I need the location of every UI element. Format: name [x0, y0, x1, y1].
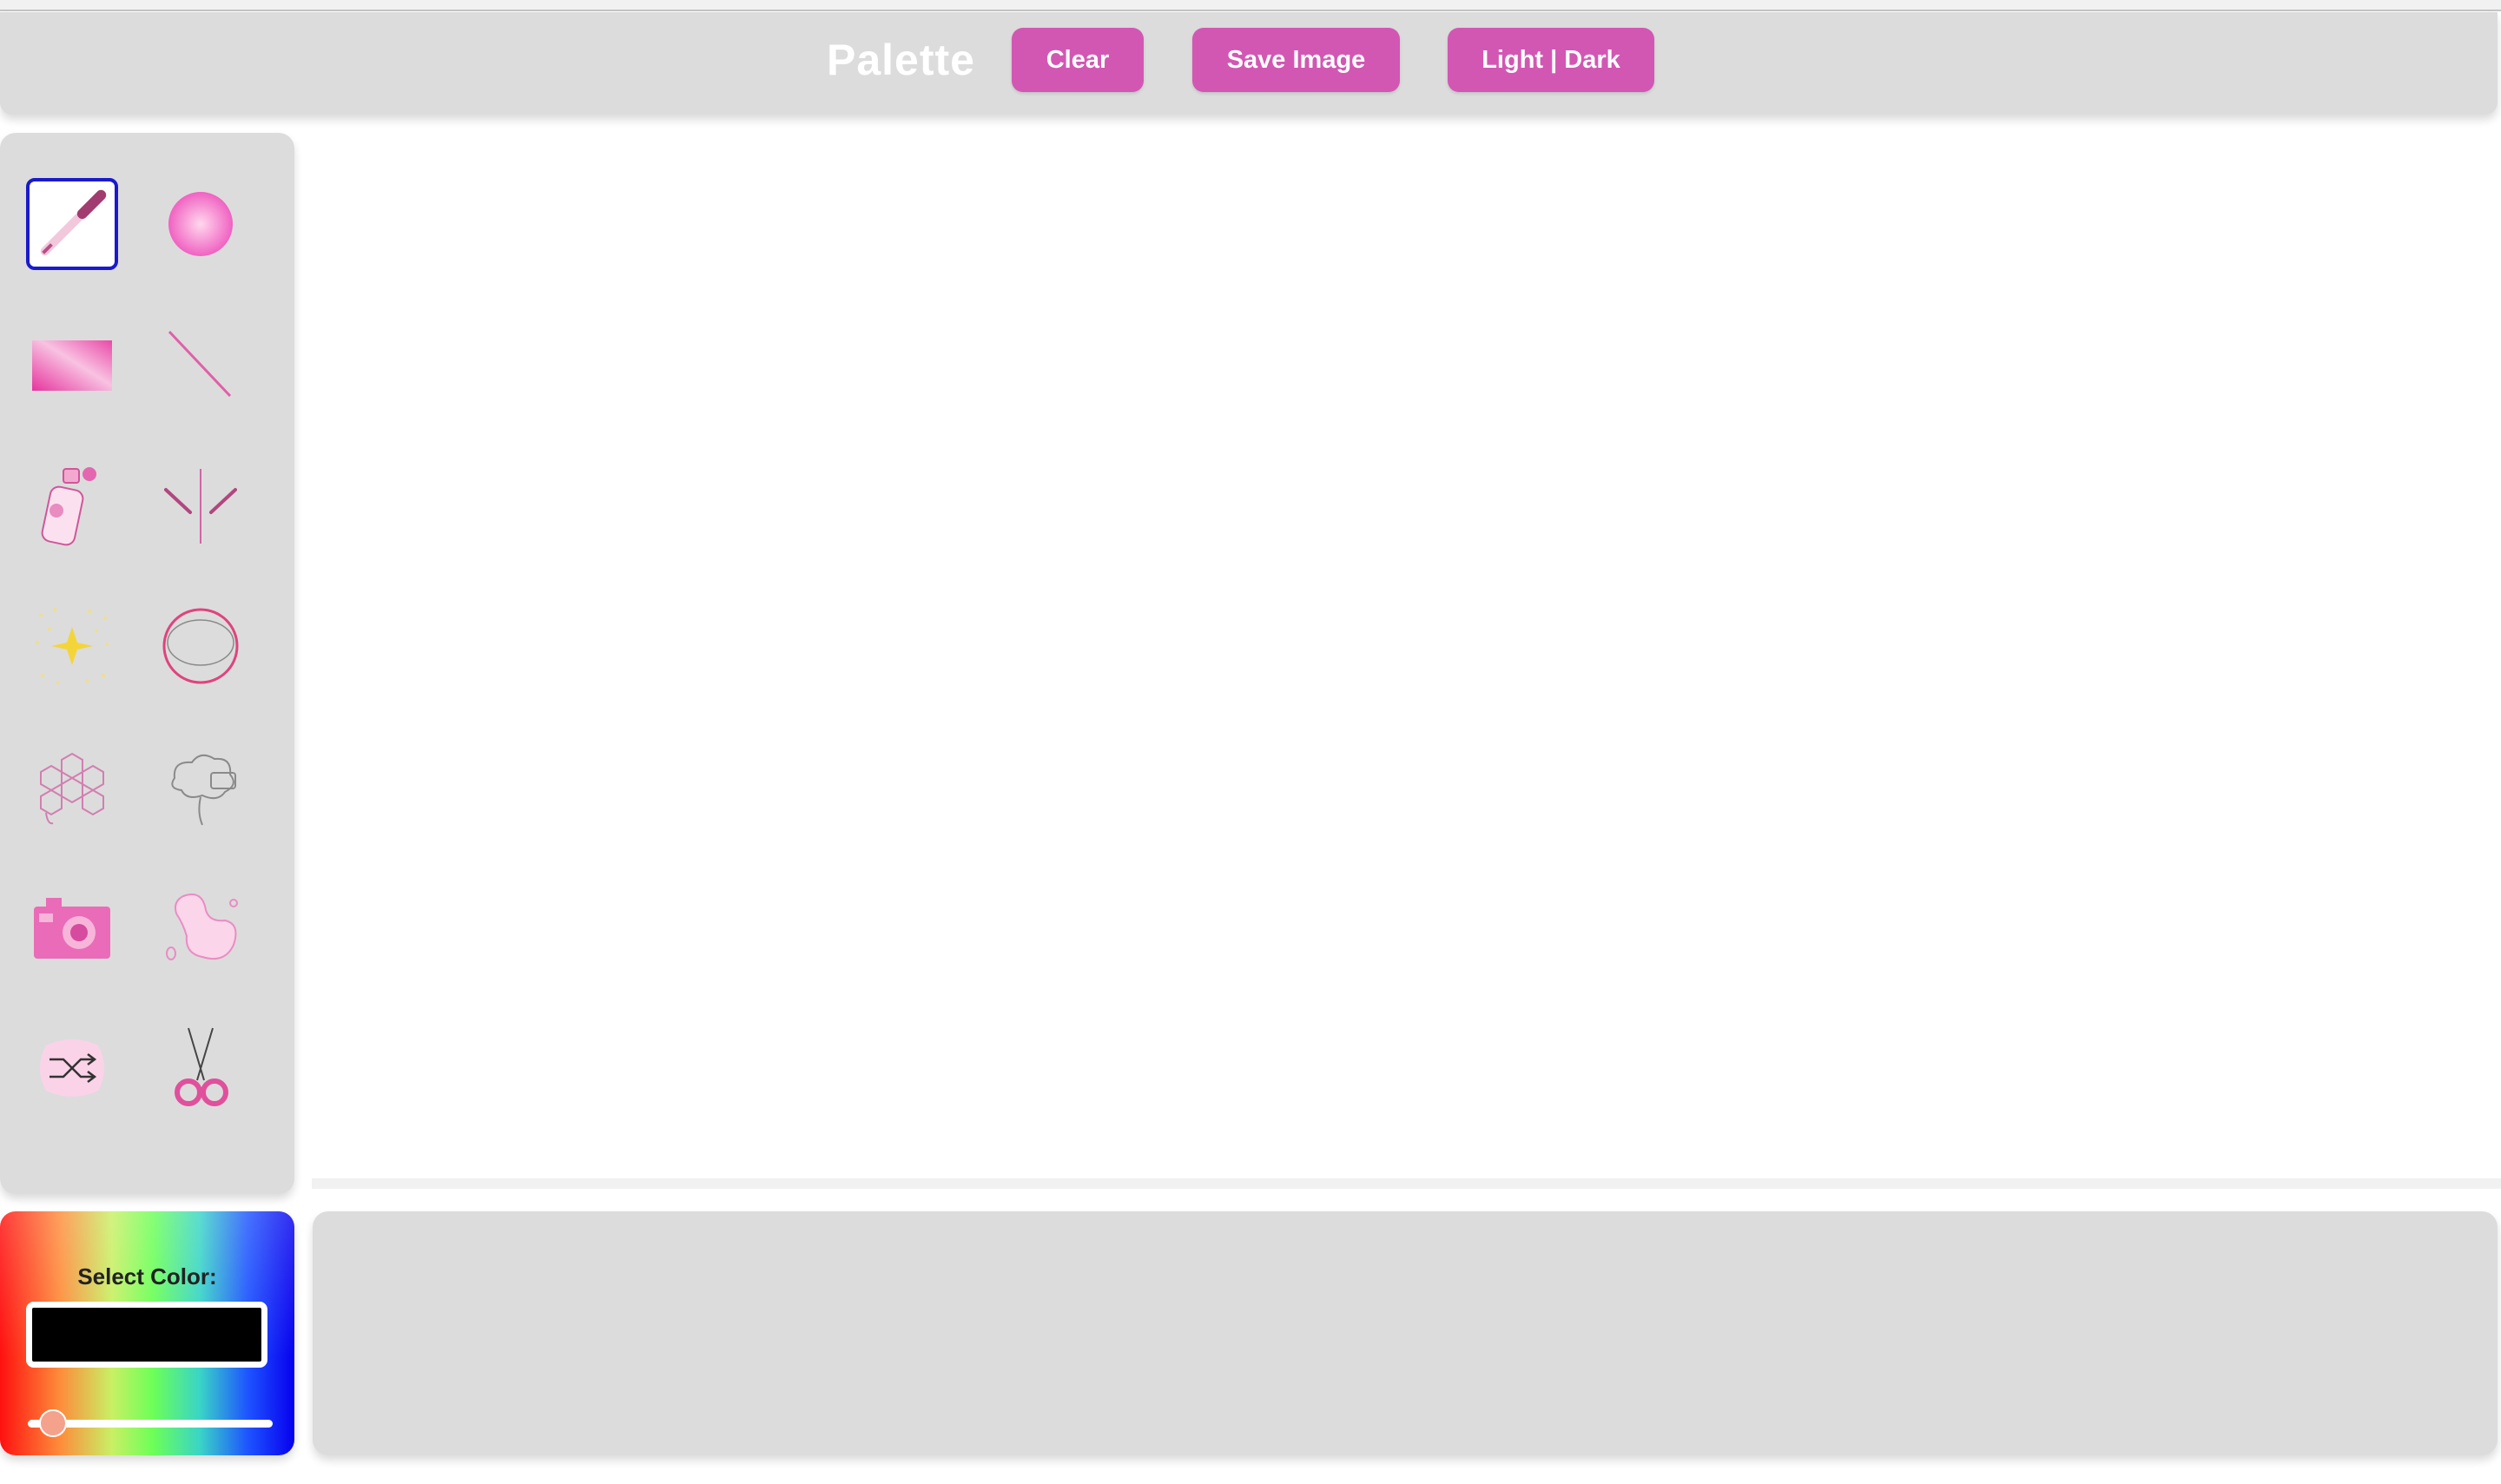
honeycomb-icon	[40, 752, 104, 825]
line-icon	[168, 330, 232, 398]
tool-rectangle[interactable]	[26, 319, 118, 411]
save-image-button[interactable]: Save Image	[1192, 28, 1400, 92]
tool-sidebar	[0, 133, 294, 1194]
scissors-icon	[175, 1027, 228, 1106]
hue-slider-thumb[interactable]	[38, 1409, 67, 1437]
clear-button[interactable]: Clear	[1012, 28, 1144, 92]
circle-brush-icon	[168, 192, 233, 256]
spray-can-icon	[41, 467, 96, 546]
theme-toggle-button[interactable]: Light | Dark	[1448, 28, 1654, 92]
camera-icon	[34, 898, 110, 959]
tool-ellipse[interactable]	[155, 600, 247, 692]
pencil-icon	[40, 189, 107, 256]
mirror-icon	[164, 469, 237, 544]
tool-camera[interactable]	[26, 881, 118, 973]
header-bar: Palette Clear Save Image Light | Dark	[0, 12, 2498, 115]
tool-line[interactable]	[155, 319, 247, 411]
bottom-panel	[313, 1211, 2498, 1455]
blob-icon	[166, 894, 238, 960]
tool-sparkle[interactable]	[26, 600, 118, 692]
tool-pencil[interactable]	[26, 178, 118, 270]
app-title: Palette	[827, 36, 975, 84]
tool-circle-brush[interactable]	[155, 178, 247, 270]
tool-spray[interactable]	[26, 459, 118, 551]
window-top-edge	[0, 0, 2501, 11]
tool-honeycomb[interactable]	[26, 741, 118, 833]
tool-blob[interactable]	[155, 881, 247, 973]
tool-shuffle[interactable]	[26, 1022, 118, 1114]
shuffle-icon	[40, 1039, 104, 1097]
select-color-label: Select Color:	[77, 1263, 217, 1289]
color-input[interactable]	[26, 1302, 267, 1368]
rectangle-icon	[32, 340, 112, 391]
drawing-canvas[interactable]	[312, 133, 2501, 1189]
ellipse-icon	[162, 608, 239, 684]
color-picker-panel: Select Color:	[0, 1211, 294, 1455]
cloud-icon	[171, 754, 236, 826]
tool-cloud[interactable]	[155, 741, 247, 833]
tool-mirror[interactable]	[155, 459, 247, 551]
tool-scissors[interactable]	[155, 1022, 247, 1114]
sparkle-icon	[36, 608, 109, 684]
